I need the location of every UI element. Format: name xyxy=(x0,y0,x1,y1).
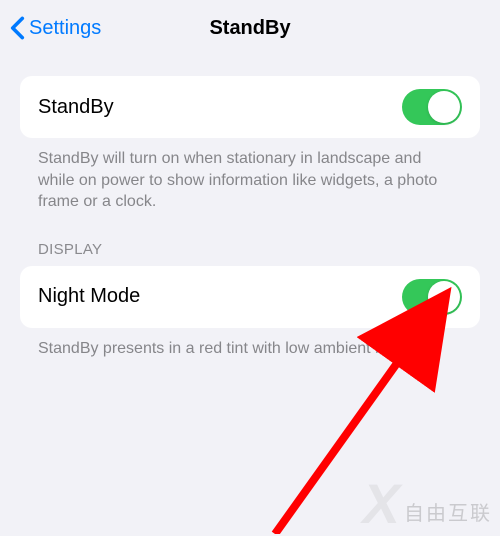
standby-toggle[interactable] xyxy=(402,89,462,125)
content-area: StandBy StandBy will turn on when statio… xyxy=(0,56,500,359)
standby-toggle-label: StandBy xyxy=(38,96,114,119)
toggle-knob xyxy=(428,281,460,313)
page-title: StandBy xyxy=(209,17,290,40)
night-mode-toggle-cell[interactable]: Night Mode xyxy=(20,266,480,328)
back-button[interactable]: Settings xyxy=(10,16,101,40)
standby-footer-text: StandBy will turn on when stationary in … xyxy=(20,138,480,213)
display-footer-text: StandBy presents in a red tint with low … xyxy=(20,328,480,360)
standby-section: StandBy StandBy will turn on when statio… xyxy=(20,76,480,213)
chevron-left-icon xyxy=(10,16,25,40)
display-section: DISPLAY Night Mode StandBy presents in a… xyxy=(20,241,480,360)
night-mode-toggle[interactable] xyxy=(402,279,462,315)
night-mode-toggle-label: Night Mode xyxy=(38,285,140,308)
watermark-text: 自由互联 xyxy=(404,497,492,526)
standby-toggle-cell[interactable]: StandBy xyxy=(20,76,480,138)
watermark-logo-icon: X xyxy=(363,471,400,536)
toggle-knob xyxy=(428,91,460,123)
navigation-header: Settings StandBy xyxy=(0,0,500,56)
back-label: Settings xyxy=(29,17,101,40)
display-section-header: DISPLAY xyxy=(20,241,480,266)
